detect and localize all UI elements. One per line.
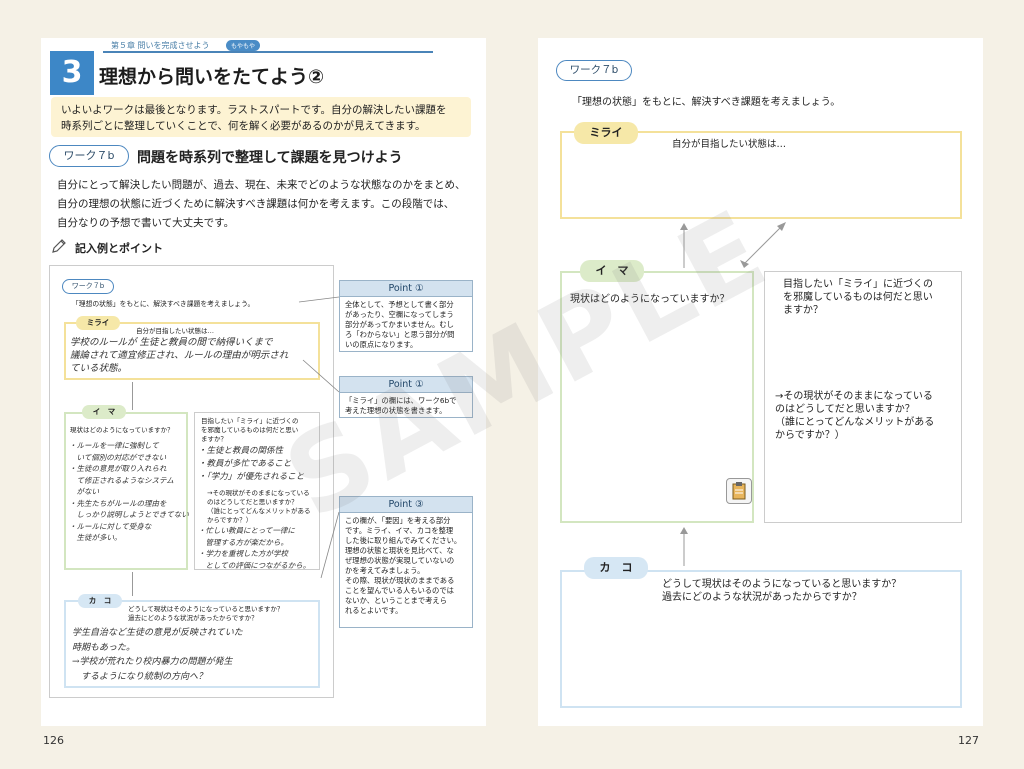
page-number-left: 126: [43, 734, 64, 747]
flow-arrows: [680, 222, 786, 566]
right-page: ワーク７b 「理想の状態」をもとに、解決すべき課題を考えましょう。 自分が目指し…: [538, 38, 983, 747]
left-page: 第５章 問いを完成させよう もやもや 3 理想から問いをたてよう② いよいよワー…: [41, 38, 486, 747]
leader-lines: [298, 296, 340, 579]
page-number-right: 127: [958, 734, 979, 747]
